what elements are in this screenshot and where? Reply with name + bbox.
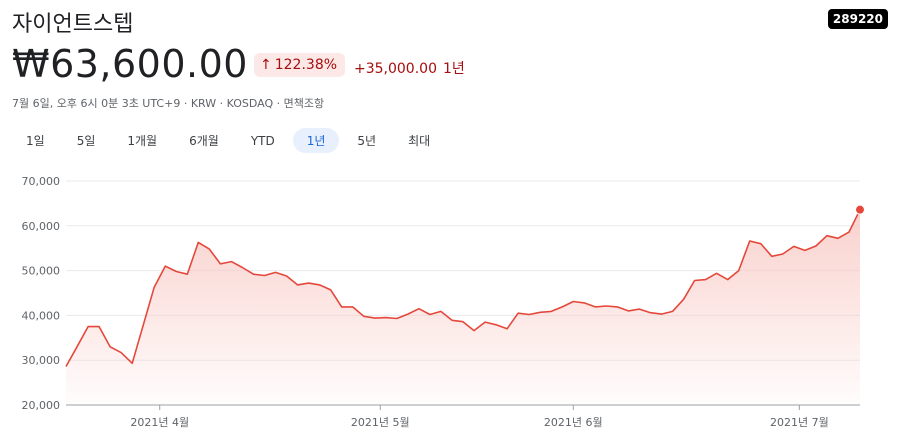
ticker-badge: 289220 xyxy=(827,9,888,29)
x-tick-label: 2021년 5월 xyxy=(351,416,410,429)
tab-1y[interactable]: 1년 xyxy=(292,128,340,153)
y-tick-label: 20,000 xyxy=(22,399,61,412)
stock-name: 자이언트스텝 xyxy=(12,12,134,37)
absolute-change-value: +35,000.00 xyxy=(354,61,437,77)
tab-ytd[interactable]: YTD xyxy=(237,128,289,153)
arrow-up-icon: ↑ xyxy=(260,57,272,73)
y-tick-label: 60,000 xyxy=(22,220,61,233)
y-tick-label: 70,000 xyxy=(22,175,61,188)
x-tick-label: 2021년 6월 xyxy=(544,416,603,429)
percent-change-value: 122.38% xyxy=(274,57,338,73)
current-price: ₩63,600.00 xyxy=(12,42,248,86)
tab-1m[interactable]: 1개월 xyxy=(113,128,171,153)
tab-1d[interactable]: 1일 xyxy=(12,128,59,153)
tab-5d[interactable]: 5일 xyxy=(63,128,110,153)
range-tabs: 1일 5일 1개월 6개월 YTD 1년 5년 최대 xyxy=(12,128,448,153)
tab-5y[interactable]: 5년 xyxy=(343,128,390,153)
price-area xyxy=(66,209,860,405)
price-meta-info: 7월 6일, 오후 6시 0분 3초 UTC+9 · KRW · KOSDAQ … xyxy=(12,97,325,110)
x-tick-label: 2021년 4월 xyxy=(130,416,189,429)
y-tick-label: 40,000 xyxy=(22,309,61,322)
x-tick-label: 2021년 7월 xyxy=(770,416,829,429)
tab-6m[interactable]: 6개월 xyxy=(175,128,233,153)
percent-change-badge: ↑ 122.38% xyxy=(254,53,346,77)
last-price-marker xyxy=(855,204,865,215)
tab-max[interactable]: 최대 xyxy=(394,128,444,153)
price-chart[interactable]: 20,000 30,000 40,000 50,000 60,000 70,000 2021… xyxy=(0,165,897,444)
period-label: 1년 xyxy=(442,61,465,77)
y-tick-label: 30,000 xyxy=(22,354,61,367)
y-tick-label: 50,000 xyxy=(22,265,61,278)
absolute-change: +35,000.00 1년 xyxy=(354,58,465,78)
